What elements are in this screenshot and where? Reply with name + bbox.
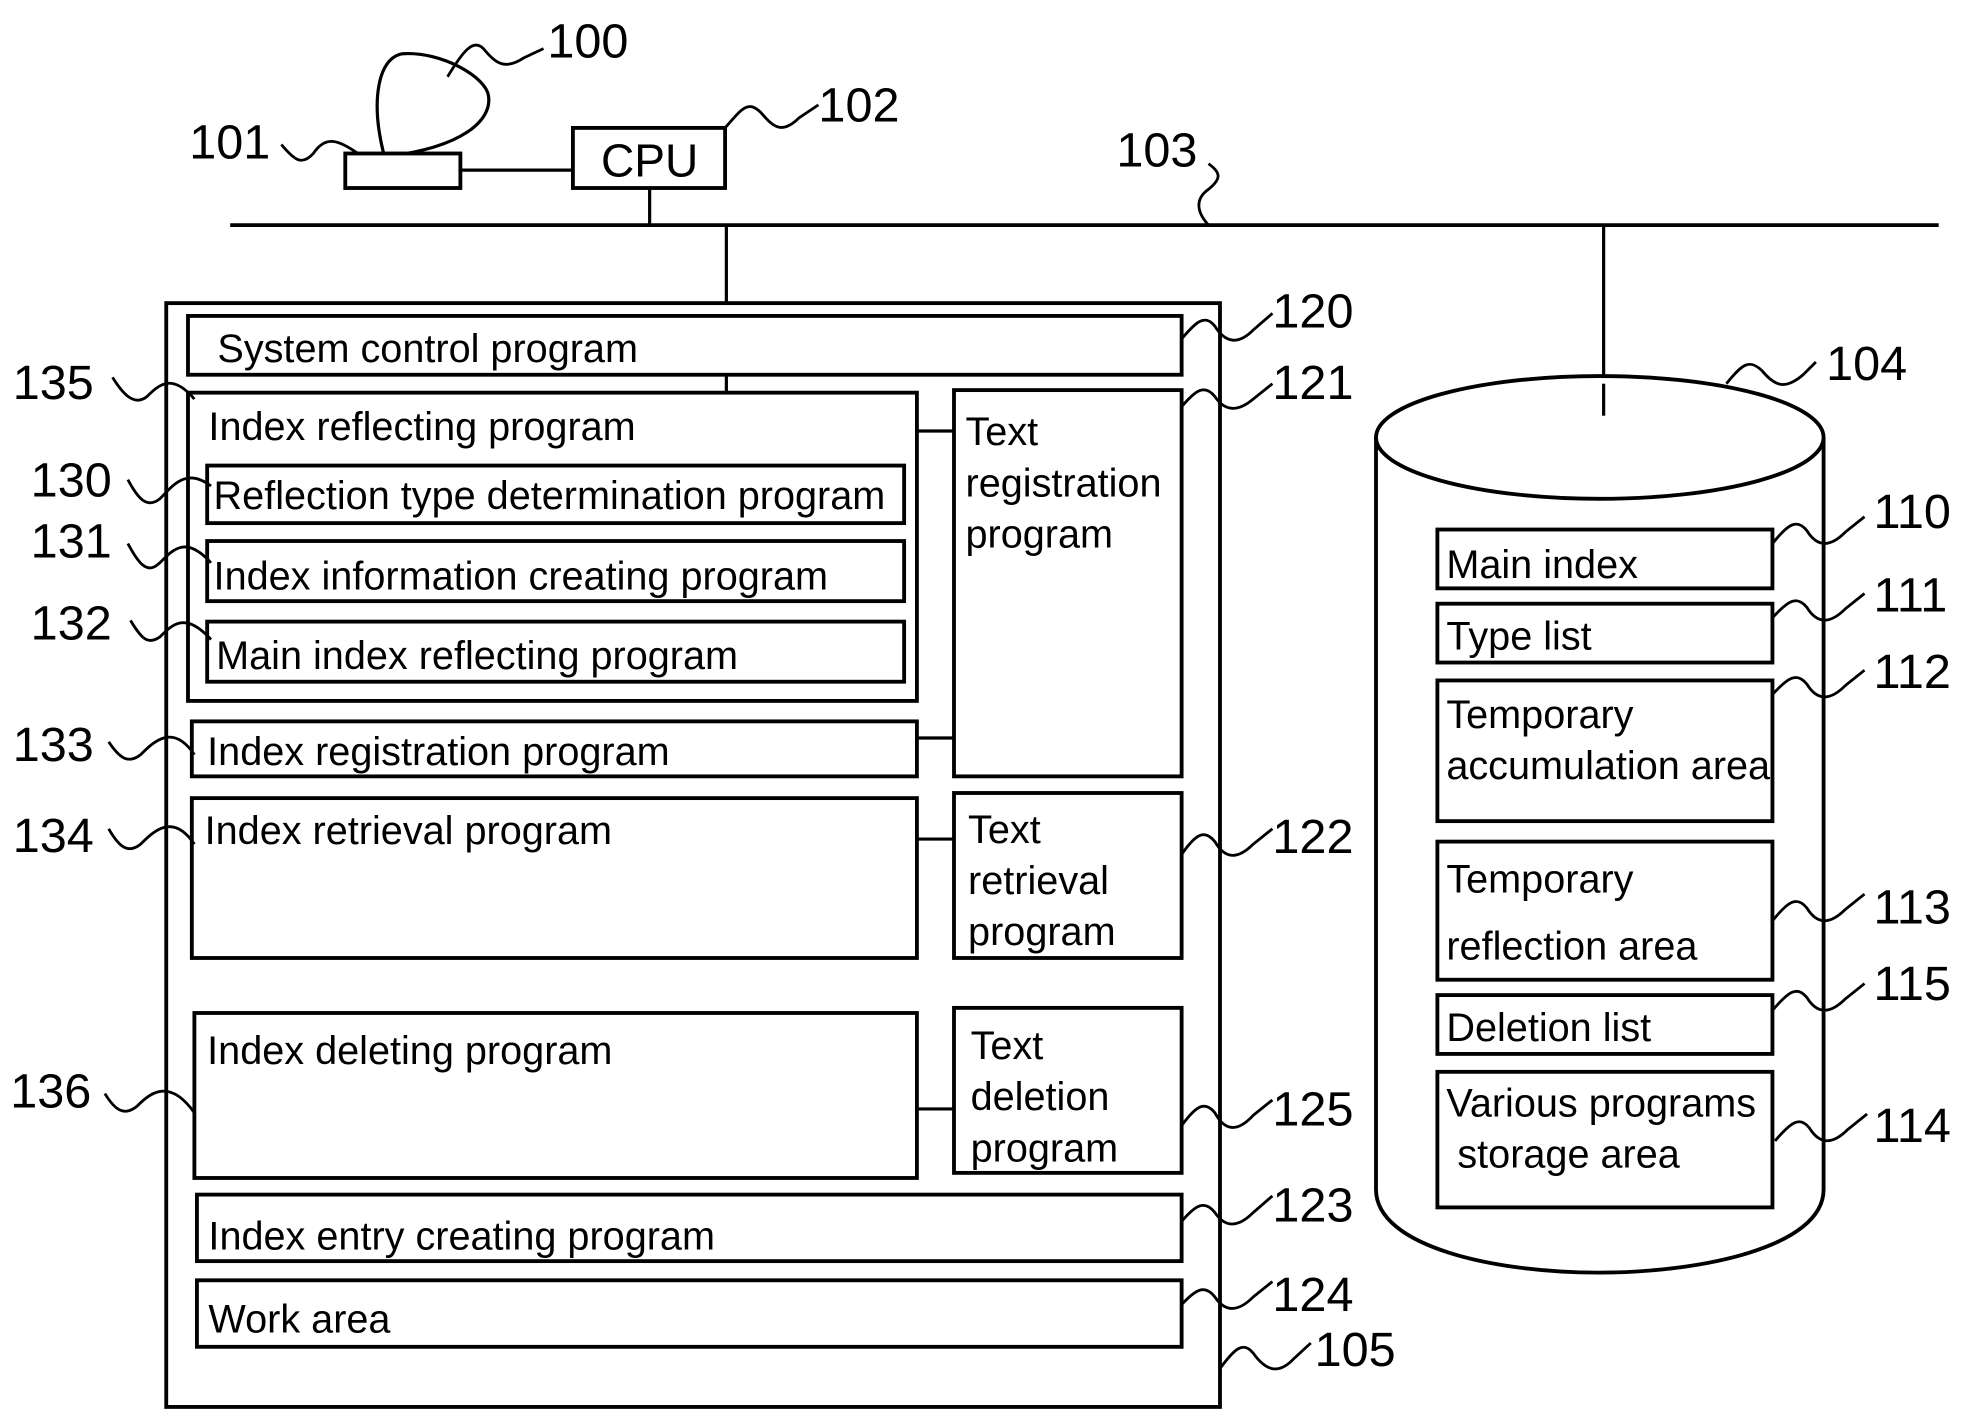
ref-124: 124 <box>1272 1268 1353 1322</box>
leader-100 <box>446 43 545 78</box>
index-information-creating-program-label: Index information creating program <box>214 555 828 599</box>
ref-125: 125 <box>1272 1083 1353 1137</box>
ref-132: 132 <box>31 597 112 651</box>
ref-103: 103 <box>1116 123 1197 177</box>
storage-cylinder-top <box>1374 374 1826 501</box>
ref-101: 101 <box>189 116 270 170</box>
ref-100: 100 <box>547 15 628 69</box>
system-block-diagram: CPU 100 101 102 103 105 System control p… <box>10 15 1951 1409</box>
index-deleting-program-label: Index deleting program <box>207 1029 612 1073</box>
system-control-program-label: System control program <box>217 327 638 371</box>
ref-135: 135 <box>13 356 94 410</box>
reflection-type-determination-program-label: Reflection type determination program <box>214 474 886 518</box>
leader-104 <box>1725 360 1817 386</box>
ref-111: 111 <box>1873 568 1947 622</box>
cpu-label: CPU <box>601 135 698 187</box>
ref-112: 112 <box>1873 645 1950 699</box>
keyboard-icon <box>343 151 463 190</box>
index-reflecting-program-label: Index reflecting program <box>208 405 635 449</box>
index-retrieval-program-label: Index retrieval program <box>205 809 612 853</box>
ref-122: 122 <box>1272 810 1353 864</box>
leader-105 <box>1218 1341 1312 1371</box>
ref-121: 121 <box>1272 356 1353 410</box>
index-registration-program-label: Index registration program <box>207 730 669 774</box>
deletion-list-label: Deletion list <box>1446 1006 1651 1050</box>
ref-133: 133 <box>13 718 94 772</box>
work-area-label: Work area <box>208 1298 391 1342</box>
leader-102 <box>724 103 820 129</box>
ref-120: 120 <box>1272 284 1353 338</box>
display-icon <box>375 52 491 158</box>
index-entry-creating-program-label: Index entry creating program <box>208 1215 715 1259</box>
ref-131: 131 <box>31 515 112 569</box>
ref-114: 114 <box>1873 1099 1950 1153</box>
ref-134: 134 <box>13 809 94 863</box>
ref-113: 113 <box>1873 880 1950 934</box>
ref-123: 123 <box>1272 1178 1353 1232</box>
main-index-reflecting-program-label: Main index reflecting program <box>216 634 738 678</box>
ref-104: 104 <box>1826 337 1907 391</box>
ref-136: 136 <box>10 1065 91 1119</box>
ref-110: 110 <box>1873 485 1950 539</box>
ref-105: 105 <box>1315 1323 1396 1377</box>
ref-130: 130 <box>31 453 112 507</box>
ref-102: 102 <box>818 79 899 133</box>
leader-103 <box>1197 162 1220 227</box>
type-list-label: Type list <box>1446 615 1591 659</box>
main-index-label: Main index <box>1446 543 1638 587</box>
ref-115: 115 <box>1873 957 1950 1011</box>
